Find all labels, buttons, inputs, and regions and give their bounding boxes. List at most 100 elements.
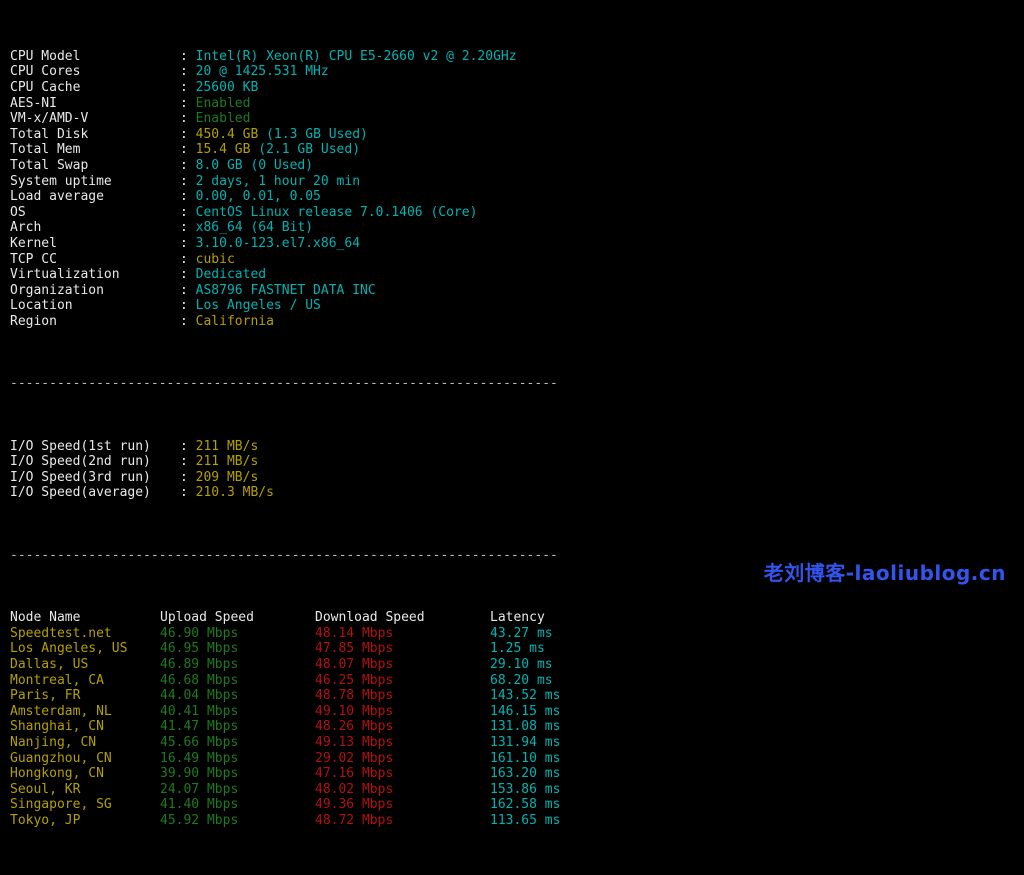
sysinfo-colon: : [180,298,196,313]
speedtest-row: Singapore, SG41.40 Mbps49.36 Mbps162.58 … [10,797,1024,813]
sysinfo-label: OS [10,205,180,221]
sysinfo-value: 2 days, 1 hour 20 min [196,174,360,189]
speedtest-header-row: Node NameUpload SpeedDownload SpeedLaten… [10,610,1024,626]
sysinfo-colon: : [180,205,196,220]
speedtest-cell-node-name: Shanghai, CN [10,719,160,735]
sysinfo-value: 3.10.0-123.el7.x86_64 [196,236,360,251]
speedtest-cell-download-speed: 48.02 Mbps [315,782,490,798]
speedtest-cell-download-speed: 49.10 Mbps [315,704,490,720]
speedtest-cell-latency: 146.15 ms [490,704,560,720]
speedtest-cell-node-name: Paris, FR [10,688,160,704]
speedtest-cell-download-speed: 48.78 Mbps [315,688,490,704]
sysinfo-value: Dedicated [196,267,266,282]
speedtest-cell-download-speed: 49.36 Mbps [315,797,490,813]
speedtest-cell-download-speed: 29.02 Mbps [315,751,490,767]
speedtest-cell-latency: 29.10 ms [490,657,553,673]
speedtest-row: Amsterdam, NL40.41 Mbps49.10 Mbps146.15 … [10,704,1024,720]
sysinfo-value: cubic [196,252,235,267]
speedtest-cell-upload-speed: 45.92 Mbps [160,813,315,829]
io-speed-label: I/O Speed(average) [10,485,180,501]
sysinfo-value: California [196,314,274,329]
terminal-output: CPU Model: Intel(R) Xeon(R) CPU E5-2660 … [10,2,1024,875]
io-speed-label: I/O Speed(2nd run) [10,454,180,470]
speedtest-cell-latency: 163.20 ms [490,766,560,782]
sysinfo-value: Los Angeles / US [196,298,321,313]
sysinfo-value: AS8796 FASTNET DATA INC [196,283,376,298]
sysinfo-row: Load average: 0.00, 0.01, 0.05 [10,189,1024,205]
sysinfo-value: 0.00, 0.01, 0.05 [196,189,321,204]
sysinfo-label: Virtualization [10,267,180,283]
sysinfo-row: CPU Model: Intel(R) Xeon(R) CPU E5-2660 … [10,49,1024,65]
terminal-window[interactable]: CPU Model: Intel(R) Xeon(R) CPU E5-2660 … [0,0,1024,596]
sysinfo-value: CentOS Linux release 7.0.1406 (Core) [196,205,478,220]
io-speed-row: I/O Speed(2nd run): 211 MB/s [10,454,1024,470]
sysinfo-label: Kernel [10,236,180,252]
speedtest-cell-upload-speed: 46.89 Mbps [160,657,315,673]
sysinfo-colon: : [180,314,196,329]
speedtest-row: Seoul, KR24.07 Mbps48.02 Mbps153.86 ms [10,782,1024,798]
sysinfo-value: Enabled [196,96,251,111]
sysinfo-colon: : [180,111,196,126]
sysinfo-colon: : [180,142,196,157]
speedtest-row: Nanjing, CN45.66 Mbps49.13 Mbps131.94 ms [10,735,1024,751]
speedtest-cell-latency: 113.65 ms [490,813,560,829]
sysinfo-row: Total Disk: 450.4 GB (1.3 GB Used) [10,127,1024,143]
speedtest-cell-upload-speed: 39.90 Mbps [160,766,315,782]
io-speed-row: I/O Speed(1st run): 211 MB/s [10,439,1024,455]
speedtest-cell-upload-speed: 41.47 Mbps [160,719,315,735]
sysinfo-row: Total Mem: 15.4 GB (2.1 GB Used) [10,142,1024,158]
sysinfo-label: CPU Cores [10,64,180,80]
speedtest-cell-upload-speed: 44.04 Mbps [160,688,315,704]
speedtest-cell-node-name: Seoul, KR [10,782,160,798]
speedtest-cell-node-name: Singapore, SG [10,797,160,813]
speedtest-row: Speedtest.net46.90 Mbps48.14 Mbps43.27 m… [10,626,1024,642]
speedtest-cell-latency: 43.27 ms [490,626,553,642]
speedtest-cell-latency: 162.58 ms [490,797,560,813]
sysinfo-row: Region: California [10,314,1024,330]
speedtest-cell-latency: 153.86 ms [490,782,560,798]
io-speed-colon: : [180,439,196,454]
speedtest-cell-upload-speed: 45.66 Mbps [160,735,315,751]
io-speed-block: I/O Speed(1st run): 211 MB/sI/O Speed(2n… [10,439,1024,501]
io-speed-value: 210.3 MB/s [196,485,274,500]
io-speed-colon: : [180,485,196,500]
sysinfo-colon: : [180,49,196,64]
speedtest-cell-download-speed: 46.25 Mbps [315,673,490,689]
sysinfo-value: 20 @ 1425.531 MHz [196,64,329,79]
sysinfo-colon: : [180,252,196,267]
speedtest-cell-node-name: Montreal, CA [10,673,160,689]
sysinfo-label: Total Swap [10,158,180,174]
sysinfo-value: 25600 KB [196,80,259,95]
sysinfo-colon: : [180,158,196,173]
sysinfo-label: Location [10,298,180,314]
sysinfo-value: Enabled [196,111,251,126]
sysinfo-label: Total Mem [10,142,180,158]
sysinfo-colon: : [180,189,196,204]
sysinfo-row: Organization: AS8796 FASTNET DATA INC [10,283,1024,299]
watermark: 老刘博客-laoliublog.cn [764,566,1006,582]
io-speed-label: I/O Speed(3rd run) [10,470,180,486]
speedtest-cell-node-name: Amsterdam, NL [10,704,160,720]
speedtest-cell-latency: 131.94 ms [490,735,560,751]
speedtest-cell-download-speed: 48.72 Mbps [315,813,490,829]
speedtest-cell-latency: 143.52 ms [490,688,560,704]
speedtest-header-upload-speed: Upload Speed [160,610,315,626]
speedtest-cell-node-name: Nanjing, CN [10,735,160,751]
speedtest-cell-latency: 161.10 ms [490,751,560,767]
sysinfo-colon: : [180,96,196,111]
sysinfo-colon: : [180,127,196,142]
sysinfo-label: CPU Cache [10,80,180,96]
sysinfo-row: TCP CC: cubic [10,252,1024,268]
sysinfo-colon: : [180,220,196,235]
io-speed-colon: : [180,454,196,469]
speedtest-cell-node-name: Los Angeles, US [10,641,160,657]
speedtest-cell-node-name: Guangzhou, CN [10,751,160,767]
sysinfo-label: System uptime [10,174,180,190]
sysinfo-label: Load average [10,189,180,205]
sysinfo-row: Arch: x86_64 (64 Bit) [10,220,1024,236]
sysinfo-colon: : [180,283,196,298]
speedtest-cell-download-speed: 48.26 Mbps [315,719,490,735]
sysinfo-label: AES-NI [10,96,180,112]
sysinfo-row: VM-x/AMD-V: Enabled [10,111,1024,127]
sysinfo-value: 450.4 GB [196,127,259,142]
